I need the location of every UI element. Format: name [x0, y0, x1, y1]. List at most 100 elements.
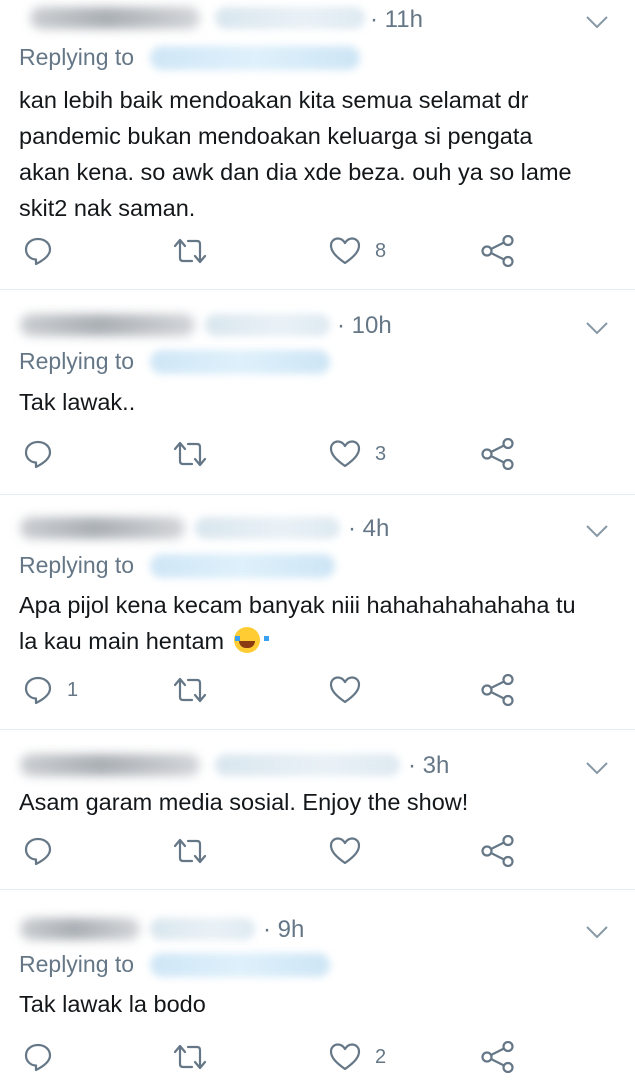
tweet-text: Apa pijol kena kecam banyak niii hahahah… [19, 587, 619, 659]
retweet-button[interactable] [172, 670, 208, 710]
reply-button[interactable] [23, 1037, 67, 1077]
chevron-down-icon[interactable] [585, 756, 609, 780]
replying-to-handle-redacted[interactable] [150, 350, 330, 374]
like-button[interactable]: 2 [329, 1037, 386, 1077]
reply-icon [24, 837, 52, 866]
replying-to-label: Replying to [19, 44, 135, 70]
tweet-text-segment: la kau main hentam [19, 628, 225, 654]
like-button[interactable] [329, 831, 375, 871]
reply-tweet[interactable]: · 3h Asam garam media sosial. Enjoy the … [0, 730, 635, 890]
retweet-button[interactable] [172, 831, 208, 871]
share-icon [481, 1041, 514, 1073]
chevron-down-icon[interactable] [585, 10, 609, 34]
author-handle-redacted[interactable] [215, 754, 400, 776]
reply-tweet[interactable]: · 4h Replying to Apa pijol kena kecam ba… [0, 495, 635, 730]
retweet-icon [173, 441, 207, 467]
author-handle-redacted[interactable] [195, 517, 340, 539]
retweet-button[interactable] [172, 434, 208, 474]
chevron-down-icon[interactable] [585, 316, 609, 340]
author-name-redacted[interactable] [20, 517, 185, 539]
tweet-text-line: akan kena. so awk dan dia xde beza. ouh … [19, 159, 572, 185]
author-name-redacted[interactable] [20, 754, 200, 776]
retweet-icon [173, 677, 207, 703]
like-count: 2 [375, 1045, 387, 1068]
tweet-header: · 3h [0, 730, 635, 779]
tweet-timestamp: · 11h [370, 6, 423, 33]
retweet-icon [173, 238, 207, 264]
share-button[interactable] [481, 434, 515, 474]
tweet-text-line: Apa pijol kena kecam banyak niii hahahah… [19, 592, 576, 618]
tweet-text-line: skit2 nak saman. [19, 195, 196, 221]
share-button[interactable] [481, 670, 515, 710]
author-handle-redacted[interactable] [205, 314, 330, 336]
tweet-header: · 4h [0, 495, 635, 542]
reply-button[interactable] [23, 434, 67, 474]
replying-to-handle-redacted[interactable] [150, 554, 335, 578]
author-handle-redacted[interactable] [150, 918, 255, 940]
tweet-text: Asam garam media sosial. Enjoy the show! [19, 784, 619, 820]
tweet-actions: 2 [0, 1037, 635, 1077]
retweet-button[interactable] [172, 1037, 208, 1077]
share-icon [481, 835, 514, 867]
author-name-redacted[interactable] [20, 918, 140, 940]
reply-tweet[interactable]: · 10h Replying to Tak lawak.. 3 [0, 290, 635, 495]
reply-icon [24, 440, 52, 469]
reply-button[interactable] [23, 831, 67, 871]
tweet-header: · 9h [0, 890, 635, 943]
share-icon [481, 438, 514, 470]
share-button[interactable] [481, 231, 515, 271]
tweet-text: Tak lawak la bodo [19, 986, 619, 1022]
replying-to-handle-redacted[interactable] [150, 953, 330, 977]
tweet-header: · 11h [0, 0, 635, 40]
tweet-actions: 3 [0, 434, 635, 474]
chevron-down-icon[interactable] [585, 920, 609, 944]
like-icon [329, 676, 361, 704]
reply-tweet[interactable]: · 9h Replying to Tak lawak la bodo 2 [0, 890, 635, 1080]
tweet-text-line: Tak lawak.. [19, 389, 136, 415]
replying-to-label: Replying to [19, 348, 135, 374]
retweet-button[interactable] [172, 231, 208, 271]
replying-to-label: Replying to [19, 552, 135, 578]
reply-icon [24, 676, 52, 705]
author-name-redacted[interactable] [20, 314, 195, 336]
tweet-text: kan lebih baik mendoakan kita semua sela… [19, 82, 619, 226]
tweet-text-line: la kau main hentam [19, 623, 619, 659]
author-name-redacted[interactable] [30, 7, 200, 29]
replying-to-label: Replying to [19, 951, 135, 977]
author-handle-redacted[interactable] [215, 7, 365, 29]
reply-icon [24, 237, 52, 266]
share-icon [481, 674, 514, 706]
reply-icon [24, 1043, 52, 1072]
tweet-text-line: Asam garam media sosial. Enjoy the show! [19, 789, 469, 815]
retweet-icon [173, 838, 207, 864]
replying-to-handle-redacted[interactable] [150, 46, 360, 70]
tweet-actions [0, 831, 635, 871]
like-count: 3 [375, 442, 387, 465]
tweet-timestamp: · 3h [408, 752, 450, 779]
tweet-text-line: pandemic bukan mendoakan keluarga si pen… [19, 123, 533, 149]
like-button[interactable]: 3 [329, 434, 386, 474]
like-count: 8 [375, 239, 387, 262]
reply-tweet[interactable]: · 11h Replying to kan lebih baik mendoak… [0, 0, 635, 290]
retweet-icon [173, 1044, 207, 1070]
like-icon [329, 237, 361, 265]
reply-count: 1 [67, 678, 79, 701]
tweet-header: · 10h [0, 290, 635, 339]
tweet-text-line: Tak lawak la bodo [19, 991, 206, 1017]
tweet-text: Tak lawak.. [19, 384, 619, 420]
chevron-down-icon[interactable] [585, 519, 609, 543]
tweet-actions: 8 [0, 231, 635, 271]
like-button[interactable] [329, 670, 375, 710]
share-button[interactable] [481, 1037, 515, 1077]
like-icon [329, 1043, 361, 1071]
tweet-actions: 1 [0, 670, 635, 710]
tweet-text-line: kan lebih baik mendoakan kita semua sela… [19, 87, 529, 113]
reply-button[interactable]: 1 [23, 670, 78, 710]
tweet-timestamp: · 9h [263, 916, 305, 943]
share-button[interactable] [481, 831, 515, 871]
like-button[interactable]: 8 [329, 231, 386, 271]
tweet-timestamp: · 10h [337, 312, 392, 339]
reply-button[interactable] [23, 231, 67, 271]
share-icon [481, 235, 514, 267]
like-icon [329, 837, 361, 865]
